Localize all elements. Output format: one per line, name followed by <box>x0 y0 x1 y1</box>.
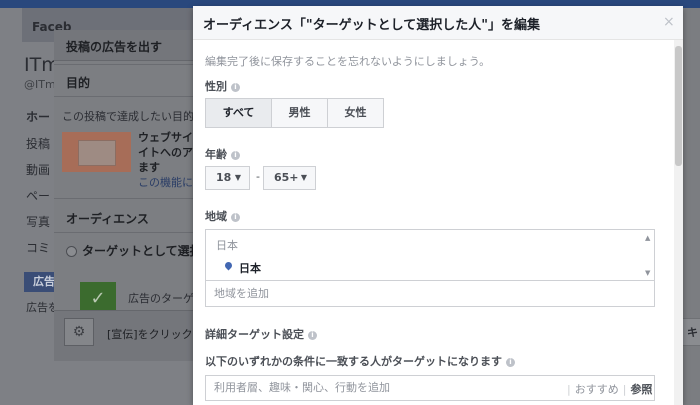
audience-radio-label[interactable]: ターゲットとして選択 <box>82 242 202 259</box>
location-list <box>205 229 655 281</box>
sidebar-item-community[interactable]: コミ <box>26 239 50 256</box>
audience-radio[interactable] <box>66 246 77 257</box>
location-input[interactable]: 地域を追加 <box>205 281 655 307</box>
learn-more-link[interactable]: この機能に <box>138 174 193 190</box>
location-label: 地域 i <box>205 208 240 224</box>
divider <box>54 64 196 65</box>
audience-heading: オーディエンス <box>66 212 149 226</box>
edit-audience-modal: オーディエンス「"ターゲットとして選択した人"」を編集 × 編集完了後に保存する… <box>193 6 683 405</box>
info-icon[interactable]: i <box>231 82 240 92</box>
objective-text: この投稿で達成したい目的 <box>62 110 194 123</box>
page-handle: @ITm <box>24 78 56 91</box>
gear-icon[interactable]: ⚙ <box>64 318 94 346</box>
chevron-down-icon: ▼ <box>300 173 307 182</box>
targeting-links: | おすすめ | 参照 <box>567 383 653 396</box>
sidebar-item-home[interactable]: ホー <box>26 108 50 125</box>
info-icon[interactable]: i <box>308 330 317 340</box>
divider <box>54 96 196 97</box>
modal-title: オーディエンス「"ターゲットとして選択した人"」を編集 <box>203 18 540 33</box>
age-min-dropdown[interactable]: 18 ▼ <box>205 166 250 190</box>
divider <box>54 232 196 233</box>
browse-link[interactable]: 参照 <box>630 383 652 396</box>
age-label: 年齢 i <box>205 146 240 162</box>
sidebar-item-photos[interactable]: 写真 <box>26 213 50 230</box>
scroll-up-icon[interactable]: ▲ <box>645 234 650 242</box>
location-group-label: 日本 <box>216 239 238 252</box>
sidebar-item-videos[interactable]: 動画 <box>26 161 50 178</box>
location-item[interactable]: 日本 <box>239 260 261 276</box>
objective-heading: 目的 <box>66 76 91 90</box>
ad-text-line: ウェブサイ <box>138 131 193 144</box>
sidebar-item-posts[interactable]: 投稿 <box>26 135 50 152</box>
gender-label: 性別 i <box>205 78 240 94</box>
sidebar-item-pages[interactable]: ペー <box>26 187 50 204</box>
divider <box>54 198 196 199</box>
promote-footer-text: [宣伝]をクリック <box>107 328 193 341</box>
info-icon[interactable]: i <box>231 150 240 160</box>
gender-option-male[interactable]: 男性 <box>271 98 328 128</box>
age-max-dropdown[interactable]: 65+ ▼ <box>263 166 316 190</box>
gender-option-female[interactable]: 女性 <box>327 98 384 128</box>
info-icon[interactable]: i <box>506 357 515 367</box>
close-icon[interactable]: × <box>663 14 675 30</box>
suggestions-link[interactable]: おすすめ <box>575 383 619 396</box>
promote-dialog-title: 投稿の広告を出す <box>66 40 163 54</box>
right-button[interactable]: キ <box>680 318 700 346</box>
ad-thumbnail-image <box>78 140 116 166</box>
detailed-targeting-label: 詳細ターゲット設定 i <box>205 326 317 342</box>
save-reminder-note: 編集完了後に保存することを忘れないようにしましょう。 <box>205 55 491 68</box>
chevron-down-icon: ▼ <box>234 173 241 182</box>
ad-text-line: イトへのア <box>138 146 193 159</box>
info-icon[interactable]: i <box>231 212 240 222</box>
gender-option-all[interactable]: すべて <box>205 98 272 128</box>
audience-checked-text: 広告のターゲ <box>128 292 194 305</box>
detailed-targeting-subtitle: 以下のいずれかの条件に一致する人がターゲットになります i <box>205 353 515 369</box>
scroll-down-icon[interactable]: ▼ <box>645 269 650 277</box>
modal-scrollbar-thumb[interactable] <box>675 46 682 166</box>
ad-text-line: ます <box>138 161 160 174</box>
age-separator: - <box>256 170 260 183</box>
